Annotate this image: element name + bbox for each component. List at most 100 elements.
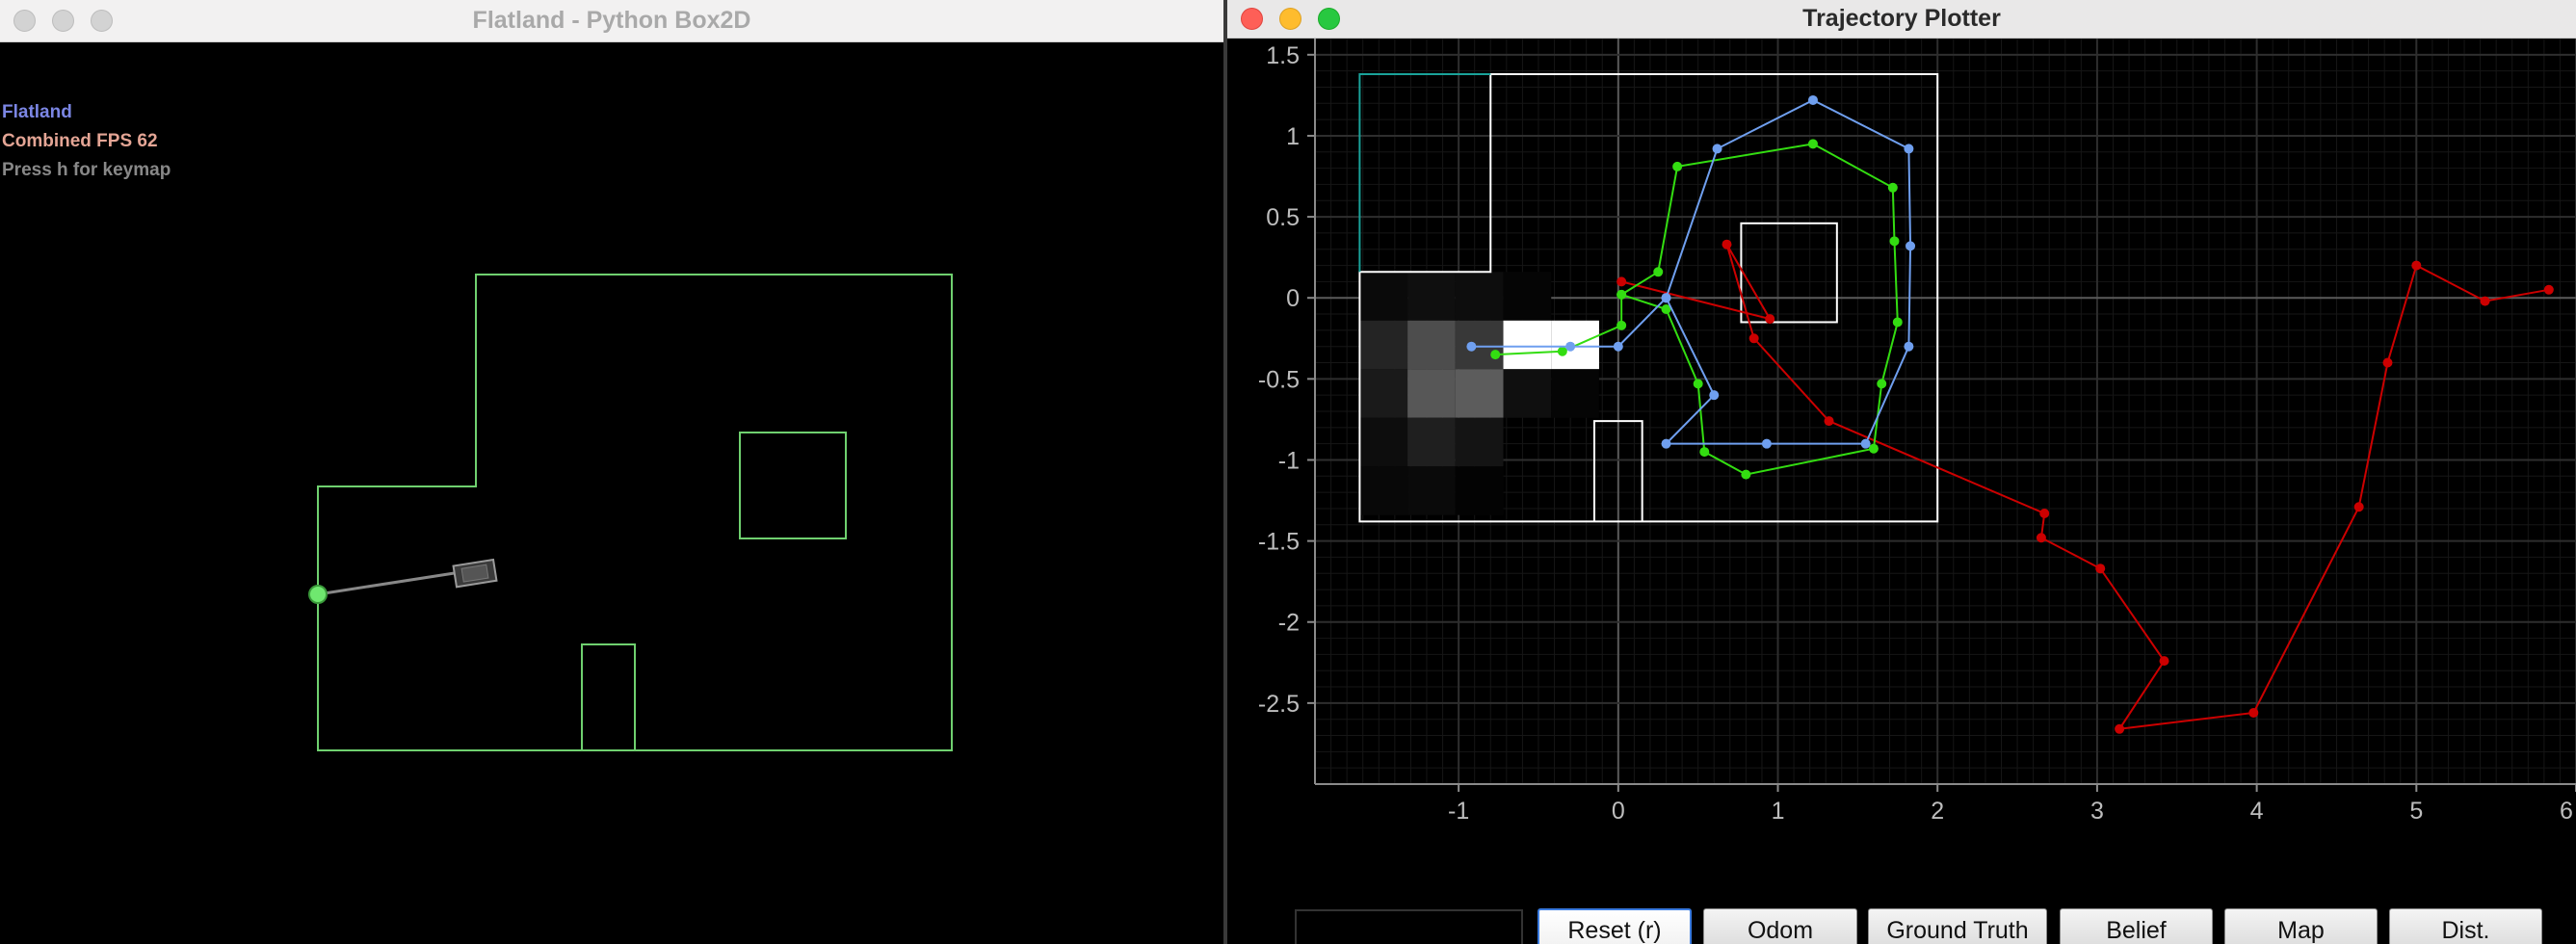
ground_truth-point — [1699, 447, 1710, 458]
belief-cell — [1407, 369, 1456, 418]
ground_truth-point — [1557, 346, 1567, 356]
odom-point — [2353, 502, 2364, 512]
ground_truth-point — [1672, 161, 1683, 171]
ground_truth-point — [1877, 379, 1887, 389]
belief-point — [1709, 390, 1720, 401]
belief-point — [1565, 341, 1576, 352]
odom-button[interactable]: Odom — [1703, 908, 1857, 944]
ground-truth-button[interactable]: Ground Truth — [1868, 908, 2047, 944]
belief-heatmap — [1359, 272, 1599, 515]
ground_truth-point — [1741, 469, 1751, 480]
y-tick-label: 0.5 — [1266, 204, 1300, 231]
odom-point — [2248, 707, 2259, 718]
y-tick-label: -2 — [1278, 610, 1300, 637]
ground_truth-point — [1490, 350, 1501, 360]
belief-cell — [1455, 369, 1504, 418]
belief-point — [1807, 94, 1818, 105]
odom-point — [2159, 656, 2169, 667]
ground_truth-point — [1693, 379, 1703, 389]
reset-button[interactable]: Reset (r) — [1538, 908, 1692, 944]
x-tick-label: 6 — [2560, 798, 2573, 825]
belief-point — [1904, 144, 1914, 154]
flatland-window: Flatland - Python Box2D Flatland Combine… — [0, 0, 1223, 944]
world-obstacle-box — [739, 432, 847, 539]
window-controls — [13, 0, 113, 41]
x-tick-label: 2 — [1931, 798, 1944, 825]
odom-point — [2411, 260, 2422, 271]
y-tick-label: -1 — [1278, 447, 1300, 474]
ground_truth-point — [1617, 320, 1627, 330]
odom-point — [1617, 276, 1627, 287]
belief-point — [1906, 241, 1916, 251]
window-title: Trajectory Plotter — [1802, 5, 2001, 32]
belief-cell — [1407, 320, 1456, 370]
odom-point — [1748, 333, 1759, 344]
x-tick-label: -1 — [1448, 798, 1469, 825]
x-tick-label: 0 — [1612, 798, 1625, 825]
odom-point — [1765, 314, 1775, 325]
belief-point — [1904, 341, 1914, 352]
belief-cell — [1359, 320, 1408, 370]
flatland-titlebar[interactable]: Flatland - Python Box2D — [0, 0, 1223, 42]
odom-point — [1824, 416, 1834, 427]
y-tick-label: -2.5 — [1258, 691, 1300, 718]
belief-cell — [1407, 466, 1456, 515]
odom-point — [2036, 533, 2046, 543]
y-tick-label: -1.5 — [1258, 529, 1300, 556]
belief-cell — [1455, 272, 1504, 321]
belief-cell — [1551, 369, 1599, 418]
zoom-icon[interactable] — [91, 10, 113, 32]
plotter-titlebar[interactable]: Trajectory Plotter — [1227, 0, 2576, 39]
x-tick-label: 3 — [2090, 798, 2104, 825]
zoom-icon[interactable] — [1318, 8, 1340, 30]
belief-cell — [1407, 417, 1456, 467]
ground_truth-point — [1889, 236, 1900, 247]
plot-area[interactable]: -1 0 1 2 3 4 5 6 1.5 1 0.5 0 -0.5 -1 -1.5 -2 -2.5 Reset … — [1227, 39, 2576, 944]
belief-point — [1712, 144, 1722, 154]
simulation-canvas[interactable] — [0, 42, 1223, 944]
belief-cell — [1359, 272, 1408, 321]
odom-point — [2543, 284, 2554, 295]
y-tick-label: -0.5 — [1258, 366, 1300, 393]
window-controls — [1241, 0, 1340, 38]
odom-point — [2095, 564, 2106, 574]
close-icon[interactable] — [1241, 8, 1263, 30]
belief-point — [1661, 293, 1671, 303]
odom-point — [1722, 239, 1732, 249]
x-tick-label: 1 — [1772, 798, 1785, 825]
map-obstacle-box — [1740, 222, 1838, 324]
belief-cell — [1455, 466, 1504, 515]
minimize-icon[interactable] — [1279, 8, 1301, 30]
trajectory-plotter-window: Trajectory Plotter -1 0 1 2 3 4 5 6 1.5 1 0.5 0 -0.5… — [1227, 0, 2576, 944]
window-title: Flatland - Python Box2D — [472, 7, 751, 34]
odom-point — [2115, 723, 2125, 734]
belief-cell — [1455, 417, 1504, 467]
belief-cell — [1455, 320, 1504, 370]
odom-point — [2480, 296, 2490, 306]
belief-point — [1761, 438, 1772, 449]
x-tick-label: 4 — [2250, 798, 2264, 825]
dist-button[interactable]: Dist. — [2389, 908, 2542, 944]
odom-point — [2382, 357, 2393, 368]
belief-cell — [1359, 466, 1408, 515]
minimize-icon[interactable] — [52, 10, 74, 32]
belief-cell — [1503, 272, 1552, 321]
belief-cell — [1503, 320, 1552, 370]
map-button[interactable]: Map — [2224, 908, 2378, 944]
trajectory-plot[interactable]: -1 0 1 2 3 4 5 6 1.5 1 0.5 0 -0.5 -1 -1.5 -2 -2.5 — [1227, 39, 2576, 867]
belief-cell — [1359, 417, 1408, 467]
status-field[interactable] — [1295, 909, 1523, 944]
belief-point — [1661, 438, 1671, 449]
odom-point — [2039, 509, 2050, 519]
odom-line — [1620, 244, 2550, 731]
y-tick-label: 1 — [1286, 123, 1300, 150]
belief-cell — [1407, 272, 1456, 321]
x-tick-label: 5 — [2409, 798, 2423, 825]
y-tick-label: 1.5 — [1266, 42, 1300, 69]
belief-point — [1613, 341, 1623, 352]
ground_truth-point — [1892, 317, 1903, 328]
belief-button[interactable]: Belief — [2060, 908, 2213, 944]
close-icon[interactable] — [13, 10, 36, 32]
belief-point — [1860, 438, 1871, 449]
ground_truth-point — [1868, 443, 1879, 454]
